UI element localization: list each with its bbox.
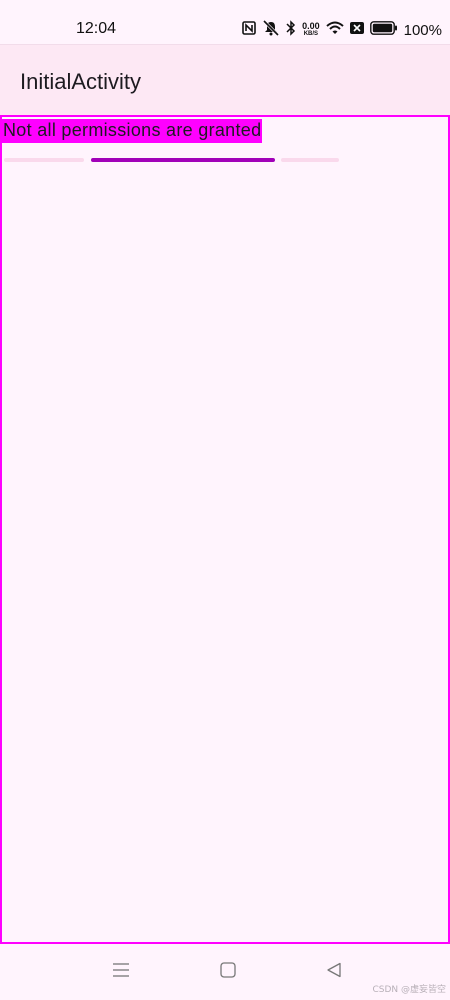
- progress-track-right: [281, 158, 339, 162]
- battery-percent: 100%: [403, 21, 442, 39]
- app-title: InitialActivity: [20, 69, 142, 94]
- progress-track-left: [4, 158, 84, 162]
- home-icon[interactable]: [220, 962, 236, 983]
- progress-indicator: [4, 158, 340, 162]
- menu-icon[interactable]: [112, 962, 130, 983]
- mute-icon: [262, 19, 280, 41]
- status-bar: 12:04 0.00 KB/S 100%: [0, 0, 450, 44]
- battery-icon: [369, 20, 398, 40]
- status-time: 12:04: [76, 20, 117, 37]
- bluetooth-icon: [286, 19, 296, 41]
- watermark: CSDN @虚妄皆空: [372, 985, 446, 995]
- permission-status-text: Not all permissions are granted: [2, 119, 263, 143]
- status-icons: 0.00 KB/S 100%: [242, 19, 442, 41]
- net-speed-unit: KB/S: [303, 31, 319, 37]
- back-icon[interactable]: [326, 962, 342, 983]
- net-speed: 0.00 KB/S: [302, 22, 320, 38]
- nfc-icon: [242, 20, 256, 40]
- net-speed-value: 0.00: [302, 21, 320, 31]
- sim-icon: [349, 21, 364, 39]
- content-frame: Not all permissions are granted: [0, 115, 450, 944]
- wifi-icon: [325, 21, 344, 40]
- progress-bar-active: [91, 158, 275, 162]
- navigation-bar: CSDN @虚妄皆空: [0, 944, 450, 1000]
- app-bar: InitialActivity: [0, 44, 450, 115]
